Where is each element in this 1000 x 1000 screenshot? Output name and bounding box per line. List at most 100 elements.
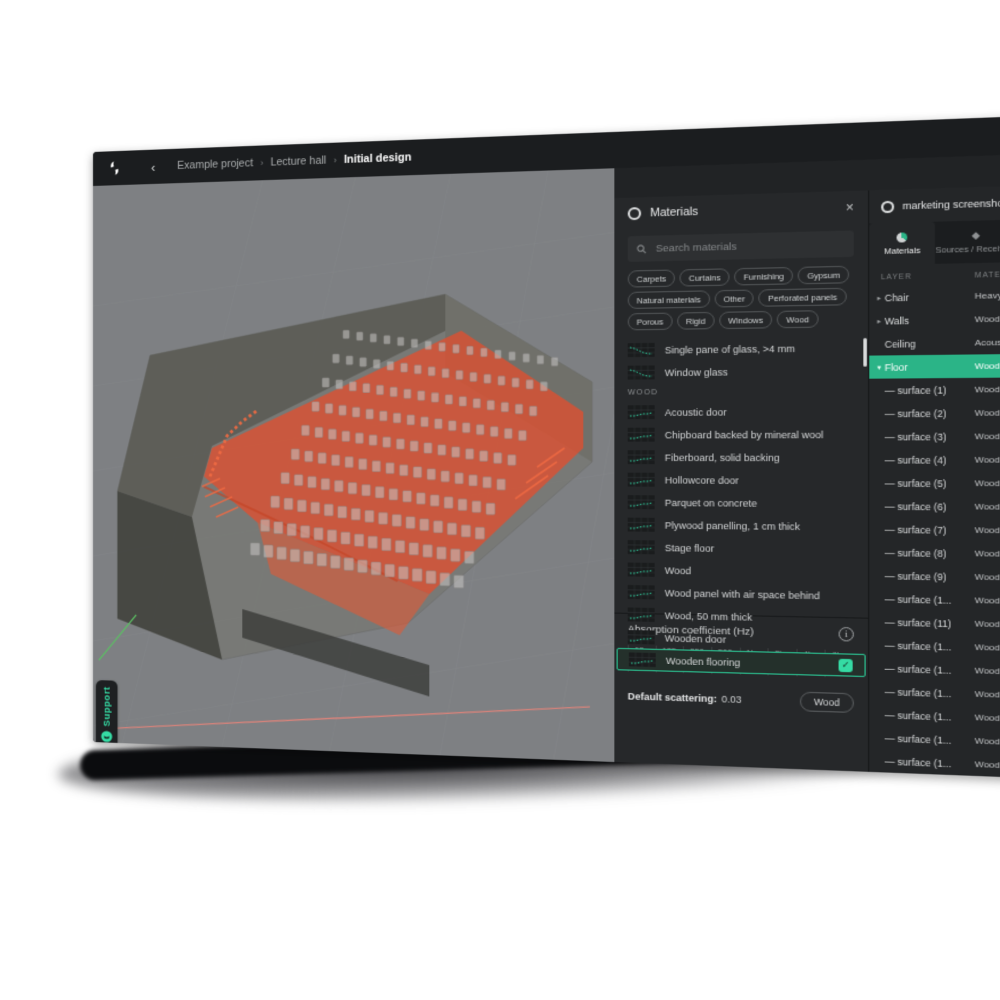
- table-row[interactable]: — surface (6) Wooden flooring 0.03: [869, 494, 1000, 519]
- layer-name: — surface (1): [884, 384, 947, 396]
- absorption-curve-thumbnail: [627, 365, 655, 380]
- layer-material[interactable]: Wooden flooring: [975, 502, 1000, 512]
- material-list-item[interactable]: Chipboard backed by mineral wool ✓: [614, 423, 868, 446]
- layer-name: — surface (3): [884, 430, 947, 443]
- layer-material[interactable]: Wooden flooring: [975, 361, 1000, 372]
- breadcrumb-current: Initial design: [343, 151, 412, 167]
- layer-material[interactable]: Wooden flooring: [975, 689, 1000, 701]
- layer-material[interactable]: Wooden flooring: [975, 478, 1000, 488]
- back-button[interactable]: ‹: [151, 159, 155, 174]
- layer-material[interactable]: Wooden flooring: [975, 595, 1000, 606]
- row-expand-chevron[interactable]: ▸: [874, 316, 885, 325]
- category-chip[interactable]: Gypsum: [797, 265, 850, 285]
- layer-material[interactable]: Wooden flooring: [975, 642, 1000, 653]
- table-row[interactable]: — surface (8) Wooden flooring 0.03: [869, 541, 1000, 567]
- category-button[interactable]: Wood: [799, 691, 854, 714]
- material-list-item[interactable]: Parquet on concrete ✓: [614, 491, 868, 515]
- absorption-curve-thumbnail: [627, 342, 655, 358]
- material-list-item[interactable]: Window glass ✓: [614, 359, 868, 384]
- sources-receivers-icon: ◆: [971, 228, 981, 241]
- absorption-curve-thumbnail: [627, 517, 655, 532]
- lecture-hall-model: [93, 168, 614, 762]
- layer-material[interactable]: Wooden flooring: [975, 572, 1000, 583]
- table-row[interactable]: — surface (4) Wooden flooring 0.03: [869, 448, 1000, 472]
- material-list-item[interactable]: Plywood panelling, 1 cm thick ✓: [614, 513, 868, 538]
- absorption-curve-thumbnail: [627, 472, 655, 487]
- row-expand-chevron[interactable]: ▾: [874, 363, 885, 372]
- absorption-curve-thumbnail: [627, 584, 655, 600]
- layer-material[interactable]: Wooden flooring: [975, 384, 1000, 394]
- material-name: Parquet on concrete: [664, 496, 758, 509]
- materials-panel-icon: [627, 206, 642, 221]
- tab-materials[interactable]: Materials: [869, 221, 936, 266]
- layer-name: — surface (1...: [884, 709, 952, 723]
- axis-green: [99, 614, 136, 661]
- layer-name: — surface (1...: [884, 685, 952, 699]
- support-button[interactable]: Support: [95, 680, 118, 753]
- search-input[interactable]: [653, 237, 831, 256]
- table-row[interactable]: — surface (7) Wooden flooring 0.03: [869, 517, 1000, 543]
- check-icon[interactable]: ✓: [838, 658, 853, 672]
- category-chip[interactable]: Other: [714, 289, 755, 308]
- table-row[interactable]: Ceiling Acoustic ceiling (glass... 0.05: [869, 330, 1000, 356]
- layer-material[interactable]: Wooden flooring: [975, 455, 1000, 465]
- layer-material[interactable]: Wooden flooring: [975, 736, 1000, 748]
- category-chip[interactable]: Windows: [719, 310, 773, 330]
- table-row[interactable]: — surface (3) Wooden flooring 0.03: [869, 424, 1000, 448]
- breadcrumb: Example project › Lecture hall › Initial…: [177, 151, 411, 172]
- close-icon[interactable]: ×: [846, 200, 854, 216]
- layers-table: ▸ Chair Heavy carpet on foam ... 0.2: [869, 282, 1000, 780]
- tab-sources-receivers[interactable]: ◆ Sources / Receivers: [935, 220, 1000, 264]
- breadcrumb-project[interactable]: Example project: [177, 157, 253, 172]
- layer-name: — surface (1...: [884, 662, 952, 676]
- row-expand-chevron[interactable]: ▸: [874, 293, 885, 302]
- material-name: Single pane of glass, >4 mm: [664, 342, 796, 356]
- category-chip[interactable]: Perforated panels: [758, 287, 847, 307]
- layer-material[interactable]: Wooden flooring: [975, 666, 1000, 677]
- category-chip[interactable]: Carpets: [627, 269, 676, 288]
- layer-material[interactable]: Wooden flooring: [975, 431, 1000, 441]
- material-search[interactable]: [627, 230, 854, 262]
- category-chip[interactable]: Furnishing: [734, 266, 794, 286]
- right-area: i Materials × CarpetsCur: [614, 152, 1000, 781]
- table-row[interactable]: — surface (2) Wooden flooring 0.03: [869, 401, 1000, 425]
- layer-material[interactable]: Acoustic ceiling (glass...: [975, 337, 1000, 348]
- layer-material[interactable]: Heavy carpet on foam ...: [975, 290, 1000, 301]
- layers-panel-header: marketing screenshots ∨ ⋮: [869, 184, 1000, 224]
- layer-material[interactable]: Wooden flooring: [975, 759, 1000, 771]
- stage: { "colors": { "accent_green": "#2bb487",…: [0, 0, 1000, 1000]
- table-row[interactable]: ▾ Floor Wooden flooring 0.03: [869, 353, 1000, 379]
- default-scattering-value: 0.03: [721, 693, 742, 706]
- table-row[interactable]: — surface (1) Wooden flooring 0.03: [869, 377, 1000, 402]
- table-row[interactable]: ▸ Walls Wood, 50 mm thick 0.04: [869, 306, 1000, 333]
- material-list-item[interactable]: Fiberboard, solid backing ✓: [614, 446, 868, 469]
- table-row[interactable]: — surface (5) Wooden flooring 0.03: [869, 471, 1000, 495]
- materials-panel: Materials × CarpetsCurtainsFurnishingGyp…: [614, 190, 870, 772]
- material-name: Chipboard backed by mineral wool: [664, 428, 824, 441]
- tab-label: Sources / Receivers: [935, 242, 1000, 255]
- layer-name: — surface (9): [884, 570, 947, 583]
- project-name[interactable]: marketing screenshots: [903, 197, 1000, 211]
- material-list-item[interactable]: Single pane of glass, >4 mm ✓: [614, 336, 868, 362]
- layer-material[interactable]: Wooden flooring: [975, 525, 1000, 536]
- breadcrumb-space[interactable]: Lecture hall: [270, 154, 326, 168]
- table-row[interactable]: ▸ Chair Heavy carpet on foam ... 0.2: [869, 282, 1000, 309]
- layer-material[interactable]: Wooden flooring: [975, 619, 1000, 630]
- material-list-item[interactable]: Acoustic door ✓: [614, 400, 868, 424]
- layer-material[interactable]: Wooden flooring: [975, 408, 1000, 418]
- category-chip[interactable]: Wood: [777, 310, 819, 329]
- layer-name: — surface (4): [884, 454, 947, 466]
- layer-name: Walls: [884, 314, 910, 327]
- table-row[interactable]: — surface (1... Wooden flooring 0.03: [869, 749, 1000, 780]
- 3d-viewport[interactable]: Support: [93, 168, 615, 763]
- material-list-item[interactable]: Hollowcore door ✓: [614, 468, 868, 492]
- category-chip[interactable]: Natural materials: [627, 290, 710, 310]
- material-section-label: WOOD: [627, 389, 659, 397]
- layer-material[interactable]: Wood, 50 mm thick: [975, 313, 1000, 324]
- category-chip[interactable]: Rigid: [676, 311, 715, 330]
- category-chip[interactable]: Porous: [627, 312, 673, 331]
- category-chip[interactable]: Curtains: [679, 268, 730, 287]
- material-list-scrollbar[interactable]: [863, 336, 867, 613]
- layer-material[interactable]: Wooden flooring: [975, 548, 1000, 559]
- layer-material[interactable]: Wooden flooring: [975, 712, 1000, 724]
